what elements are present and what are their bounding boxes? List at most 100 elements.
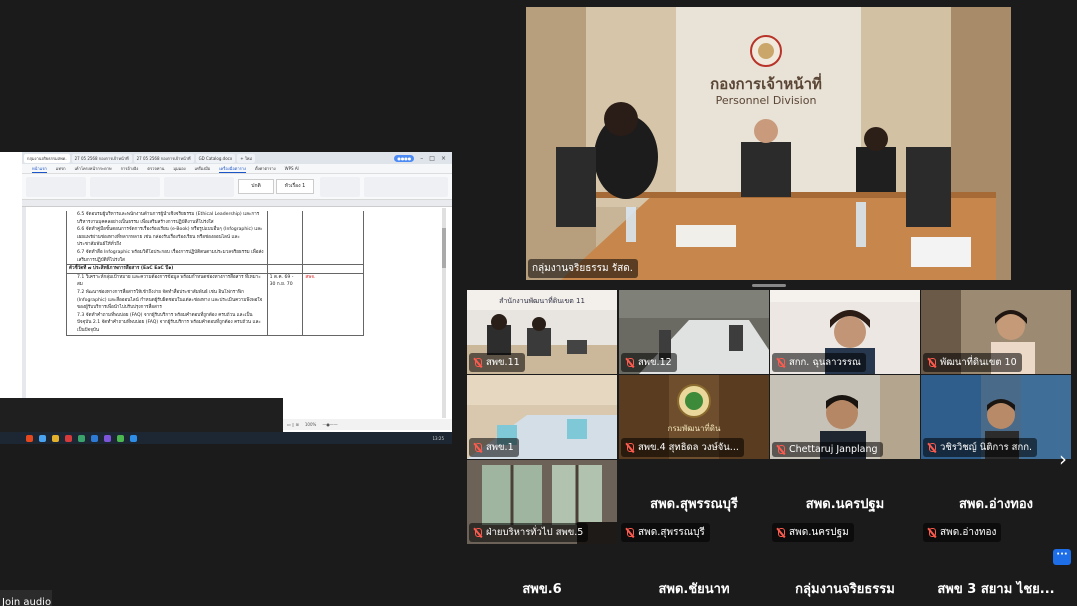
- table-row: 7.3 จัดทำคำถามที่พบบ่อย (FAQ) จากผู้รับบ…: [66, 311, 364, 336]
- font-group[interactable]: [90, 177, 160, 197]
- participant-tile[interactable]: สพด.นครปฐม สพด.นครปฐม: [770, 460, 920, 544]
- table-cell: 7.2 พัฒนาช่องทางการสื่อสารให้เข้าถึงง่าย…: [67, 288, 268, 312]
- participant-tile[interactable]: สพข.1: [467, 375, 617, 459]
- mic-muted-icon: [776, 444, 785, 455]
- close-icon[interactable]: ×: [441, 155, 446, 162]
- participant-display-name[interactable]: สพด.ชัยนาท: [619, 578, 769, 599]
- more-options-button[interactable]: ···: [1053, 549, 1071, 565]
- taskbar-clock: 13:25: [432, 435, 444, 441]
- participant-label: สพข.4 สุทธิดล วงษ์จัน...: [621, 438, 744, 457]
- participant-tile[interactable]: วชิรวิชญ์ นิติการ สกก.: [921, 375, 1071, 459]
- main-camera-video[interactable]: กองการเจ้าหน้าที่ Personnel Division กลุ…: [526, 7, 1011, 280]
- zoom-level[interactable]: 100%: [305, 422, 316, 427]
- menu-wps-ai[interactable]: WPS AI: [285, 166, 299, 171]
- mic-muted-icon: [927, 442, 936, 453]
- menu-view[interactable]: มุมมอง: [173, 165, 185, 172]
- taskbar-app-icon[interactable]: [52, 434, 59, 442]
- owner-cell: สพจ.: [305, 274, 316, 280]
- minimize-icon[interactable]: –: [420, 155, 423, 162]
- status-bar: ▭ ▯ ⊞ 100% —●——: [283, 419, 452, 430]
- taskbar-app-icon[interactable]: [78, 434, 85, 442]
- mic-muted-icon: [625, 357, 634, 368]
- taskbar-app-icon[interactable]: [117, 434, 124, 442]
- mic-muted-icon: [927, 527, 936, 538]
- table-row: 7.2 พัฒนาช่องทางการสื่อสารให้เข้าถึงง่าย…: [66, 288, 364, 312]
- share-pill[interactable]: ●●●●: [394, 154, 415, 162]
- join-audio-button[interactable]: Join audio: [0, 590, 52, 606]
- table-row: 7.1 วิเคราะห์กลุ่มเป้าหมาย และความต้องกา…: [66, 273, 364, 289]
- participant-tile[interactable]: สพข.12: [619, 290, 769, 374]
- taskbar-app-icon[interactable]: [104, 434, 111, 442]
- maximize-icon[interactable]: □: [429, 155, 435, 162]
- participant-display-name: สพด.สุพรรณบุรี: [650, 497, 738, 512]
- tab-1[interactable]: กลุ่มงานจริยธรรมสพด.: [24, 153, 70, 163]
- menu-insert[interactable]: แทรก: [56, 165, 66, 172]
- tab-3[interactable]: 27 05 2568 กองการเจ้าหน้าที่: [133, 153, 194, 163]
- taskbar-app-icon[interactable]: [91, 434, 98, 442]
- taskbar: 13:25: [0, 432, 452, 444]
- window-controls: ●●●● – □ ×: [394, 154, 452, 162]
- participant-tile[interactable]: สพด.สุพรรณบุรี สพด.สุพรรณบุรี: [619, 460, 769, 544]
- mic-muted-icon: [473, 442, 482, 453]
- office-sign: สำนักงานพัฒนาที่ดินเขต 11: [499, 296, 585, 305]
- tab-2[interactable]: 27 05 2568 กองการเจ้าหน้าที่: [71, 153, 132, 163]
- participant-display-name[interactable]: กลุ่มงานจริยธรรม: [770, 578, 920, 599]
- zoom-slider[interactable]: —●——: [322, 422, 338, 427]
- meeting-window: กลุ่มงานจริยธรรมสพด. 27 05 2568 กองการเจ…: [0, 0, 1077, 606]
- room-sign-en: Personnel Division: [716, 94, 817, 107]
- participant-tile[interactable]: พัฒนาที่ดินเขต 10: [921, 290, 1071, 374]
- plan-table: 6.5 จัดอบรมผู้บริหารและพนักงานด้านการผู้…: [66, 211, 364, 336]
- menu-table-settings[interactable]: ตั้งค่าตาราง: [255, 165, 276, 172]
- participant-label: Chettaruj Janplang: [772, 442, 883, 457]
- new-tab[interactable]: + ใหม่: [237, 153, 256, 163]
- document-scrollbar[interactable]: [442, 208, 446, 418]
- menu-tools[interactable]: เครื่องมือ: [195, 165, 211, 172]
- shared-screen[interactable]: กลุ่มงานจริยธรรมสพด. 27 05 2568 กองการเจ…: [0, 152, 452, 444]
- page-indicator: [752, 284, 786, 287]
- participant-label: พัฒนาที่ดินเขต 10: [923, 353, 1022, 372]
- participant-label: วชิรวิชญ์ นิติการ สกก.: [923, 438, 1037, 457]
- tab-4[interactable]: GD Catalog.docx: [195, 153, 236, 163]
- style-heading-1[interactable]: หัวเรื่อง 1: [276, 179, 314, 194]
- participant-tile[interactable]: Chettaruj Janplang: [770, 375, 920, 459]
- chevron-right-icon[interactable]: ›: [1055, 448, 1071, 470]
- taskbar-app-icon[interactable]: [39, 434, 46, 442]
- menu-bar: หน้าแรก แทรก เค้าโครงหน้ากระดาษ การอ้างอ…: [22, 164, 452, 174]
- taskbar-app-icon[interactable]: [65, 434, 72, 442]
- style-normal[interactable]: ปกติ: [238, 179, 274, 194]
- participant-tile[interactable]: สกก. ฉุนลาวรรณ: [770, 290, 920, 374]
- browser-tab-bar: กลุ่มงานจริยธรรมสพด. 27 05 2568 กองการเจ…: [22, 152, 452, 164]
- view-icons[interactable]: ▭ ▯ ⊞: [287, 422, 299, 427]
- taskbar-app-icon[interactable]: [130, 434, 137, 442]
- participant-display-name[interactable]: สพข.6: [467, 578, 617, 599]
- mic-muted-icon: [776, 357, 785, 368]
- taskbar-app-icon[interactable]: [26, 434, 33, 442]
- participant-tile[interactable]: ฝ่ายบริหารทั่วไป สพข.5: [467, 460, 617, 544]
- date-cell: 1 ต.ค. 69 - 30 ก.ย. 70: [268, 273, 304, 289]
- menu-layout[interactable]: เค้าโครงหน้ากระดาษ: [75, 165, 112, 172]
- participant-label: สพข.11: [469, 353, 525, 372]
- tools-group[interactable]: [364, 177, 448, 197]
- menu-review[interactable]: ตรวจทาน: [147, 165, 164, 172]
- find-group[interactable]: [320, 177, 360, 197]
- participant-tile[interactable]: สำนักงานพัฒนาที่ดินเขต 11 สพข.11: [467, 290, 617, 374]
- paragraph-group[interactable]: [164, 177, 234, 197]
- mic-muted-icon: [776, 527, 785, 538]
- menu-references[interactable]: การอ้างอิง: [121, 165, 139, 172]
- meeting-room-scene: กองการเจ้าหน้าที่ Personnel Division: [526, 7, 1011, 280]
- participant-tile[interactable]: กรมพัฒนาที่ดิน สพข.4 สุทธิดล วงษ์จัน...: [619, 375, 769, 459]
- room-sign-th: กองการเจ้าหน้าที่: [710, 73, 822, 93]
- participant-tile[interactable]: สพด.อ่างทอง สพด.อ่างทอง: [921, 460, 1071, 544]
- mic-muted-icon: [473, 527, 482, 538]
- section-heading-row: ตัวชี้วัดที่ ๗ ประสิทธิภาพการสื่อสาร (Ea…: [66, 264, 364, 274]
- menu-table-tools[interactable]: เครื่องมือตาราง: [219, 165, 246, 173]
- participant-label: สพข.1: [469, 438, 519, 457]
- clipboard-group[interactable]: [26, 177, 86, 197]
- participant-display-name[interactable]: สพข 3 สยาม ไชย...: [921, 578, 1071, 599]
- table-row: 6.5 จัดอบรมผู้บริหารและพนักงานด้านการผู้…: [66, 211, 364, 227]
- participant-label: สพด.อ่างทอง: [923, 523, 1002, 542]
- table-cell: 6.5 จัดอบรมผู้บริหารและพนักงานด้านการผู้…: [67, 211, 268, 227]
- participant-label: กลุ่มงานจริยธรรม รัสด.: [528, 259, 638, 278]
- mic-muted-icon: [625, 442, 634, 453]
- menu-home[interactable]: หน้าแรก: [32, 165, 47, 173]
